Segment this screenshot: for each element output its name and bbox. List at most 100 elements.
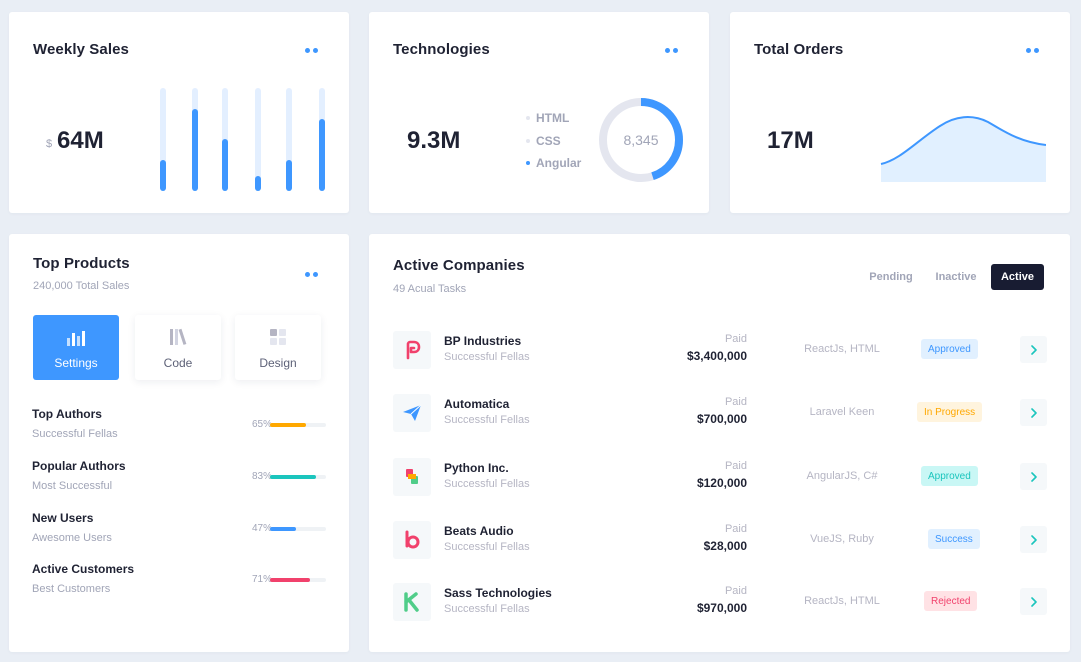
card-title: Total Orders <box>754 41 844 58</box>
legend-dot <box>526 116 530 120</box>
stat-row: Active Customers Best Customers 71% <box>32 562 326 598</box>
tile-label: Settings <box>54 356 98 370</box>
python-logo-icon <box>393 458 431 496</box>
stat-progress-fill <box>270 527 297 531</box>
paid-label: Paid <box>724 396 747 408</box>
row-arrow-button[interactable] <box>1020 399 1047 426</box>
legend-item-angular: Angular <box>526 156 581 170</box>
stat-percent: 47% <box>251 523 272 534</box>
card-title: Weekly Sales <box>33 41 129 58</box>
tab-active[interactable]: Active <box>991 264 1044 290</box>
currency-symbol: $ <box>46 138 53 150</box>
weekly-bar-fill <box>286 160 292 191</box>
weekly-bar-fill <box>160 160 166 191</box>
company-row: Sass Technologies Successful Fellas Paid $9… <box>393 582 1047 622</box>
company-row: Automatica Successful Fellas Paid $700,000 L… <box>393 393 1047 433</box>
status-badge: Success <box>928 529 980 549</box>
stat-description: Most Successful <box>32 480 113 492</box>
tab-inactive[interactable]: Inactive <box>927 264 985 290</box>
more-options-icon[interactable] <box>303 44 320 57</box>
tab-pending[interactable]: Pending <box>863 264 919 290</box>
company-name[interactable]: Beats Audio <box>444 524 514 538</box>
company-name[interactable]: Automatica <box>444 397 509 411</box>
paid-amount: $120,000 <box>696 476 747 490</box>
total-orders-value: 17M <box>767 127 814 154</box>
status-badge: Rejected <box>924 591 978 611</box>
weekly-bar-track <box>160 88 166 191</box>
books-icon <box>170 328 187 345</box>
company-row: Beats Audio Successful Fellas Paid $28,000 V… <box>393 520 1047 560</box>
chevron-right-icon <box>1030 534 1037 545</box>
chevron-right-icon <box>1030 596 1037 607</box>
tile-settings[interactable]: Settings <box>33 315 119 380</box>
chevron-right-icon <box>1030 407 1037 418</box>
company-description: Successful Fellas <box>444 351 530 363</box>
weekly-sales-card: Weekly Sales $ 64M <box>9 12 349 213</box>
weekly-bar-track <box>222 88 228 191</box>
paid-amount: $700,000 <box>696 412 747 426</box>
company-row: BP Industries Successful Fellas Paid $3,400… <box>393 330 1047 370</box>
paid-amount: $3,400,000 <box>686 349 747 363</box>
total-orders-card: Total Orders 17M <box>730 12 1070 213</box>
stat-name: New Users <box>32 511 94 525</box>
grid-icon <box>270 329 286 345</box>
company-description: Successful Fellas <box>444 478 530 490</box>
row-arrow-button[interactable] <box>1020 526 1047 553</box>
company-name[interactable]: Python Inc. <box>444 461 509 475</box>
tile-code[interactable]: Code <box>135 315 221 380</box>
bp-logo-icon <box>393 331 431 369</box>
stat-progress-fill <box>270 475 317 479</box>
stat-progress-fill <box>270 423 307 427</box>
row-arrow-button[interactable] <box>1020 336 1047 363</box>
company-tech: AngularJS, C# <box>806 470 878 482</box>
stat-name: Popular Authors <box>32 459 126 473</box>
status-badge: Approved <box>921 339 978 359</box>
stat-name: Top Authors <box>32 407 102 421</box>
card-subtitle: 240,000 Total Sales <box>33 280 130 292</box>
row-arrow-button[interactable] <box>1020 588 1047 615</box>
more-options-icon[interactable] <box>303 268 320 281</box>
more-options-icon[interactable] <box>1024 44 1041 57</box>
stat-progress-track <box>270 475 326 479</box>
tile-label: Design <box>259 356 297 370</box>
weekly-bar-fill <box>192 109 198 191</box>
row-arrow-button[interactable] <box>1020 463 1047 490</box>
weekly-bar-track <box>286 88 292 191</box>
weekly-bar-fill <box>222 139 228 191</box>
company-name[interactable]: BP Industries <box>444 334 521 348</box>
more-options-icon[interactable] <box>663 44 680 57</box>
donut-center-value: 8,345 <box>623 132 658 148</box>
weekly-bar-track <box>319 88 325 191</box>
card-title: Active Companies <box>393 257 525 274</box>
paid-label: Paid <box>724 585 747 597</box>
weekly-sales-value: 64M <box>57 127 104 154</box>
legend-item-html: HTML <box>526 111 569 125</box>
orders-area-fill <box>881 117 1046 182</box>
weekly-bar-fill <box>319 119 325 191</box>
stat-progress-fill <box>270 578 310 582</box>
stat-percent: 71% <box>251 574 272 585</box>
company-name[interactable]: Sass Technologies <box>444 586 552 600</box>
tile-design[interactable]: Design <box>235 315 321 380</box>
weekly-bar-track <box>192 88 198 191</box>
company-description: Successful Fellas <box>444 414 530 426</box>
paid-label: Paid <box>724 460 747 472</box>
company-tech: VueJS, Ruby <box>810 533 874 545</box>
stat-row: New Users Awesome Users 47% <box>32 511 326 547</box>
chevron-right-icon <box>1030 471 1037 482</box>
stat-description: Successful Fellas <box>32 428 118 440</box>
status-badge: Approved <box>921 466 978 486</box>
legend-item-css: CSS <box>526 134 561 148</box>
paid-amount: $970,000 <box>696 601 747 615</box>
stat-percent: 65% <box>251 419 272 430</box>
paid-label: Paid <box>724 333 747 345</box>
technologies-card: Technologies 9.3M HTML CSS Angular 8,345 <box>369 12 709 213</box>
card-subtitle: 49 Acual Tasks <box>393 283 467 295</box>
stat-name: Active Customers <box>32 562 135 576</box>
orders-area-chart <box>880 116 1046 182</box>
sass-logo-icon <box>393 583 431 621</box>
weekly-bar-track <box>255 88 261 191</box>
technologies-donut-chart: 8,345 <box>599 98 683 182</box>
card-title: Top Products <box>33 255 130 272</box>
stat-row: Popular Authors Most Successful 83% <box>32 459 326 495</box>
